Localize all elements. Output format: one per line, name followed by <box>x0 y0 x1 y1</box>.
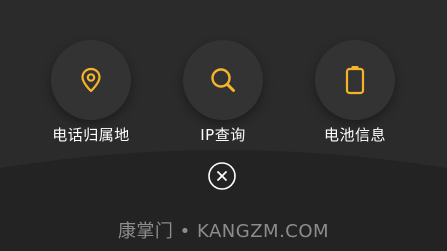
tool-battery-info-button[interactable] <box>315 40 395 120</box>
tool-ip-lookup-label: IP查询 <box>200 126 246 144</box>
tool-ip-lookup-button[interactable] <box>183 40 263 120</box>
tool-phone-location[interactable]: 电话归属地 <box>36 40 146 150</box>
location-pin-icon <box>81 67 101 93</box>
tools-sheet: 电话归属地 IP查询 电池信息 康掌门 • KANGZM.COM <box>0 0 447 251</box>
battery-icon <box>345 66 365 95</box>
tool-ip-lookup[interactable]: IP查询 <box>168 40 278 150</box>
close-icon <box>208 162 236 190</box>
close-button[interactable] <box>207 161 237 191</box>
tool-phone-location-button[interactable] <box>51 40 131 120</box>
tool-phone-location-label: 电话归属地 <box>52 126 130 144</box>
search-icon <box>211 68 235 92</box>
watermark: 康掌门 • KANGZM.COM <box>117 221 330 242</box>
tool-battery-info-label: 电池信息 <box>323 126 386 144</box>
tool-battery-info[interactable]: 电池信息 <box>300 40 410 150</box>
